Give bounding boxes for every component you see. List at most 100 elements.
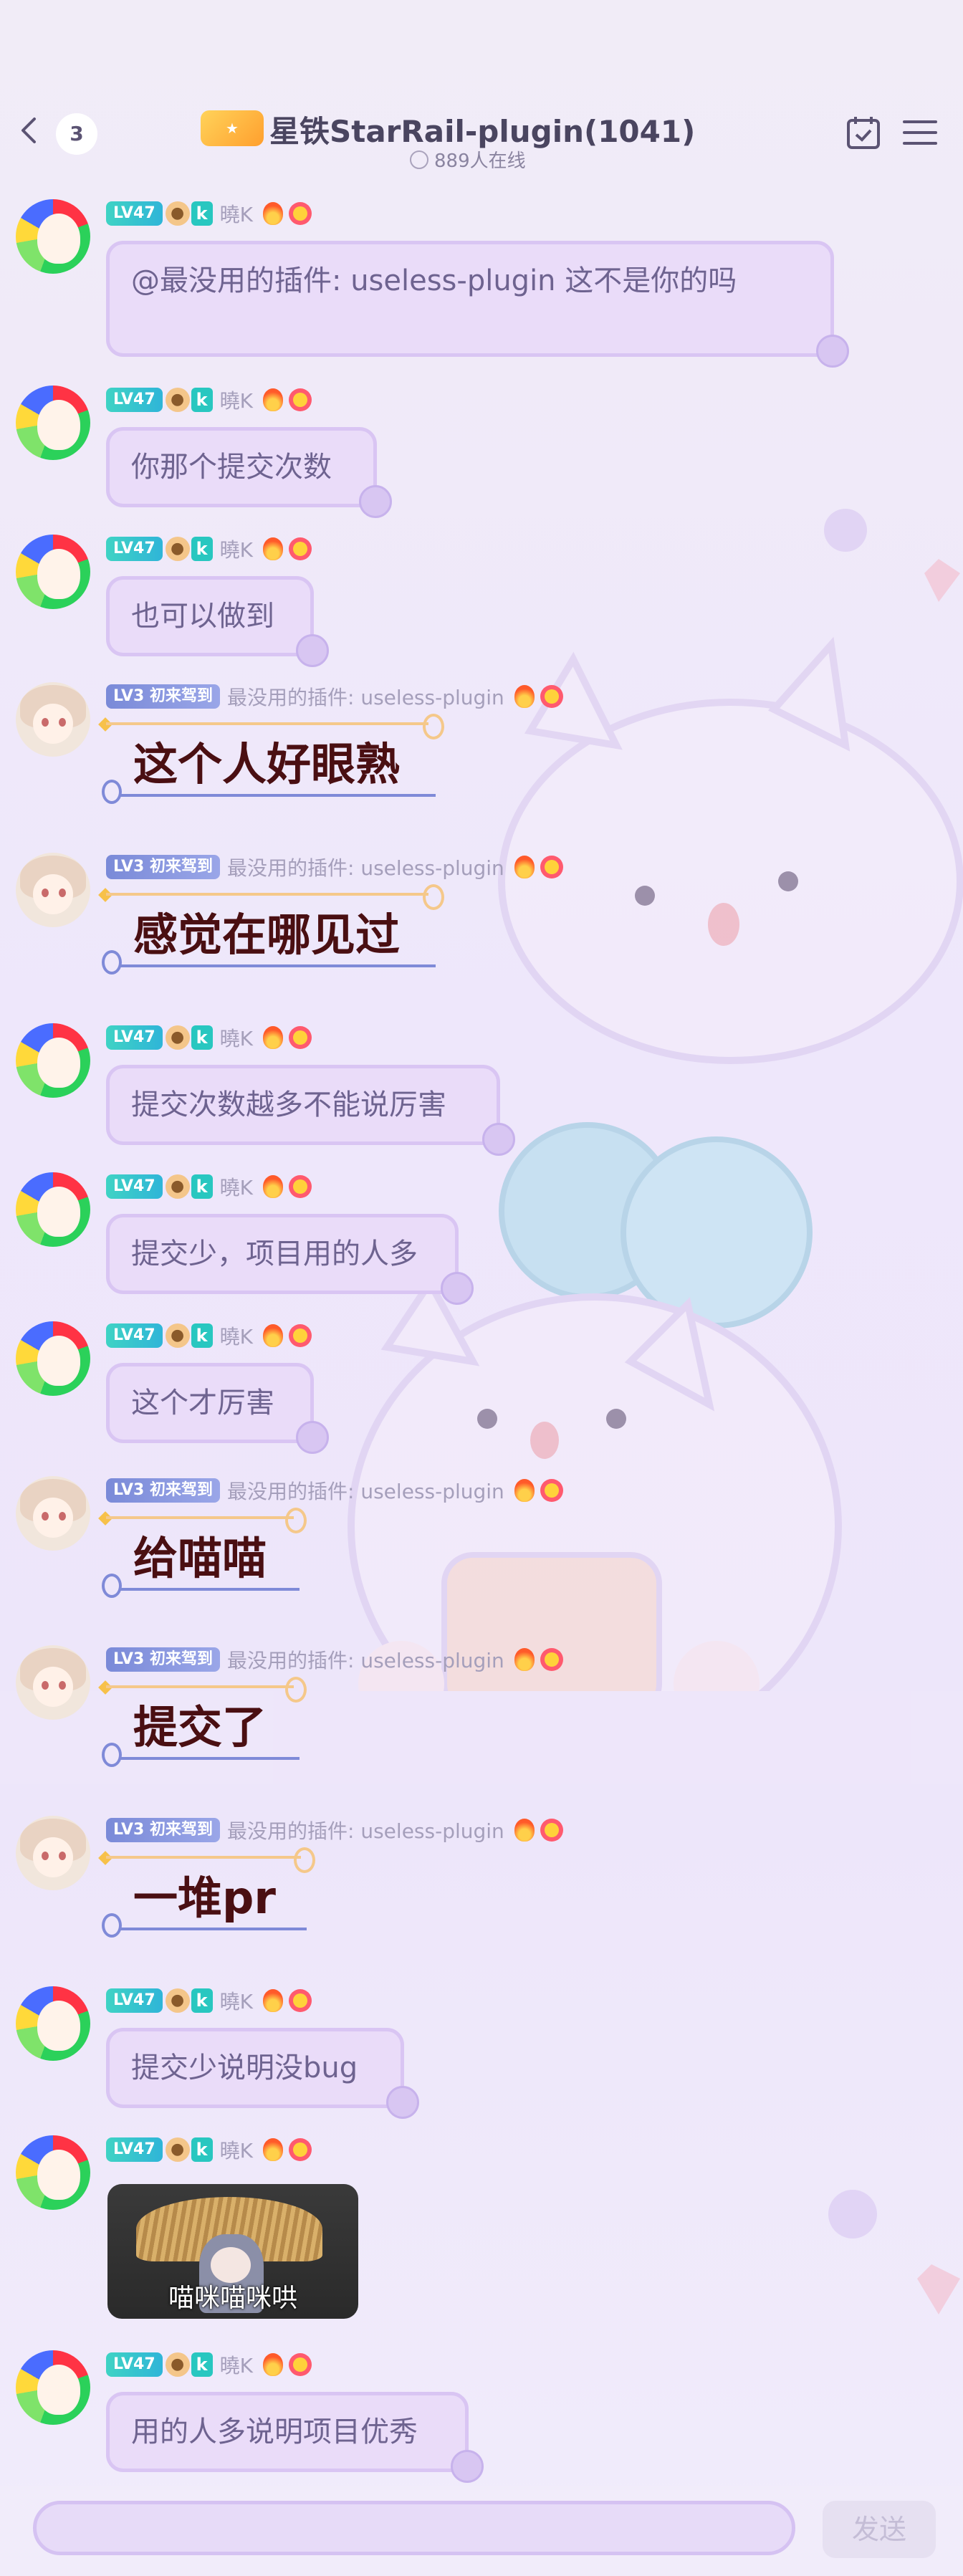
message-text: 用的人多说明项目优秀 — [131, 2415, 418, 2448]
dog-icon: ● — [165, 388, 190, 412]
user-badge: k — [191, 201, 213, 226]
unread-count-badge[interactable]: 3 — [56, 113, 97, 155]
message-bubble[interactable]: 感觉在哪见过 — [98, 884, 450, 975]
drop-icon — [423, 714, 444, 739]
message-text: 这个才厉害 — [131, 1387, 274, 1419]
title-tag: 初来驾到 — [150, 858, 214, 876]
level-text: LV3 — [113, 1821, 145, 1839]
level-text: LV3 — [113, 687, 145, 705]
online-icon — [410, 150, 428, 169]
level-text: LV3 — [113, 1650, 145, 1668]
username[interactable]: 曉K — [220, 199, 253, 228]
username[interactable]: 曉K — [220, 1172, 253, 1201]
message-bubble[interactable]: 你那个提交次数 — [106, 427, 392, 518]
message-text: 一堆pr — [133, 1872, 276, 1924]
drop-icon — [102, 1574, 122, 1598]
avatar[interactable] — [16, 535, 90, 609]
username[interactable]: 最没用的插件: useless-plugin — [227, 1816, 504, 1844]
message-text: 你那个提交次数 — [131, 451, 332, 484]
image-message[interactable]: 喵咪喵咪哄 — [107, 2184, 358, 2319]
message-bubble[interactable]: 提交少说明没bug — [106, 2028, 419, 2119]
username[interactable]: 曉K — [220, 1986, 253, 2015]
yarn-icon — [441, 1272, 474, 1305]
level-badge: LV3 初来驾到 — [106, 855, 221, 879]
avatar[interactable] — [16, 1645, 90, 1720]
fire-icon — [263, 1175, 284, 1198]
message-bubble[interactable]: 提交少，项目用的人多 — [106, 1214, 474, 1305]
username[interactable]: 曉K — [220, 1321, 253, 1350]
avatar[interactable] — [16, 682, 90, 757]
message-meta: LV47 ● k 曉K — [106, 1986, 312, 2015]
yarn-icon — [482, 1123, 515, 1156]
message-bubble[interactable]: 给喵喵 — [98, 1508, 321, 1598]
fire-icon — [263, 537, 284, 560]
dog-icon: ● — [165, 1988, 190, 2013]
smile-icon — [540, 1479, 563, 1502]
drop-icon — [102, 780, 122, 804]
level-badge: LV3 初来驾到 — [106, 1818, 221, 1842]
smile-icon — [540, 685, 563, 708]
level-text: LV3 — [113, 858, 145, 876]
user-badge: k — [191, 1323, 213, 1348]
level-badge: LV3 初来驾到 — [106, 1478, 221, 1503]
title-tag: 初来驾到 — [150, 1821, 214, 1839]
message-bubble[interactable]: 用的人多说明项目优秀 — [106, 2392, 484, 2483]
input-bar: 发送 — [0, 2486, 963, 2576]
username[interactable]: 曉K — [220, 535, 253, 563]
back-arrow-icon[interactable] — [14, 115, 46, 146]
username[interactable]: 曉K — [220, 386, 253, 414]
avatar[interactable] — [16, 1023, 90, 1098]
level-text: LV3 — [113, 1481, 145, 1499]
drop-icon — [102, 950, 122, 975]
message-bubble[interactable]: 一堆pr — [98, 1847, 321, 1938]
smile-icon — [289, 537, 312, 560]
message-bubble[interactable]: 提交次数越多不能说厉害 — [106, 1065, 515, 1156]
username[interactable]: 最没用的插件: useless-plugin — [227, 682, 504, 711]
avatar[interactable] — [16, 2135, 90, 2210]
avatar[interactable] — [16, 1321, 90, 1396]
message-bubble[interactable]: 这个人好眼熟 — [98, 714, 450, 804]
avatar[interactable] — [16, 1476, 90, 1551]
user-badge: k — [191, 1988, 213, 2013]
fire-icon — [263, 1324, 284, 1347]
avatar[interactable] — [16, 2350, 90, 2425]
fire-icon — [263, 202, 284, 225]
username[interactable]: 最没用的插件: useless-plugin — [227, 1645, 504, 1674]
username[interactable]: 最没用的插件: useless-plugin — [227, 1476, 504, 1505]
message-meta: LV47 ● k 曉K — [106, 1321, 312, 1350]
message-bubble[interactable]: 也可以做到 — [106, 576, 329, 667]
level-badge: LV47 — [106, 2352, 163, 2377]
avatar[interactable] — [16, 1816, 90, 1890]
message-text: 也可以做到 — [131, 600, 274, 633]
message-meta: LV3 初来驾到 最没用的插件: useless-plugin — [106, 1816, 563, 1844]
avatar[interactable] — [16, 853, 90, 927]
send-button[interactable]: 发送 — [823, 2501, 936, 2558]
username[interactable]: 最没用的插件: useless-plugin — [227, 853, 504, 881]
level-badge: LV3 初来驾到 — [106, 684, 221, 709]
yarn-icon — [296, 634, 329, 667]
user-badge: k — [191, 1025, 213, 1050]
message-bubble[interactable]: 这个才厉害 — [106, 1363, 329, 1454]
message-text: 提交少，项目用的人多 — [131, 1237, 418, 1270]
avatar[interactable] — [16, 1986, 90, 2061]
username[interactable]: 曉K — [220, 2350, 253, 2379]
message-text: 感觉在哪见过 — [133, 909, 401, 961]
message-bubble[interactable]: 提交了 — [98, 1677, 321, 1767]
username[interactable]: 曉K — [220, 1023, 253, 1052]
user-badge: k — [191, 388, 213, 412]
username[interactable]: 曉K — [220, 2135, 253, 2164]
message-bubble[interactable]: @最没用的插件: useless-plugin 这不是你的吗 — [106, 241, 849, 368]
drop-icon — [285, 1677, 307, 1703]
avatar[interactable] — [16, 199, 90, 274]
menu-icon[interactable] — [901, 115, 939, 150]
calendar-check-icon[interactable] — [845, 115, 881, 150]
fire-icon — [514, 856, 535, 878]
message-meta: LV3 初来驾到 最没用的插件: useless-plugin — [106, 682, 563, 711]
group-title[interactable]: 星铁StarRail-plugin(1041) — [269, 107, 695, 151]
drop-icon — [102, 1913, 122, 1938]
avatar[interactable] — [16, 386, 90, 460]
avatar[interactable] — [16, 1172, 90, 1247]
message-input[interactable] — [33, 2501, 795, 2555]
smile-icon — [540, 1819, 563, 1842]
message-meta: LV47 ● k 曉K — [106, 2135, 312, 2164]
